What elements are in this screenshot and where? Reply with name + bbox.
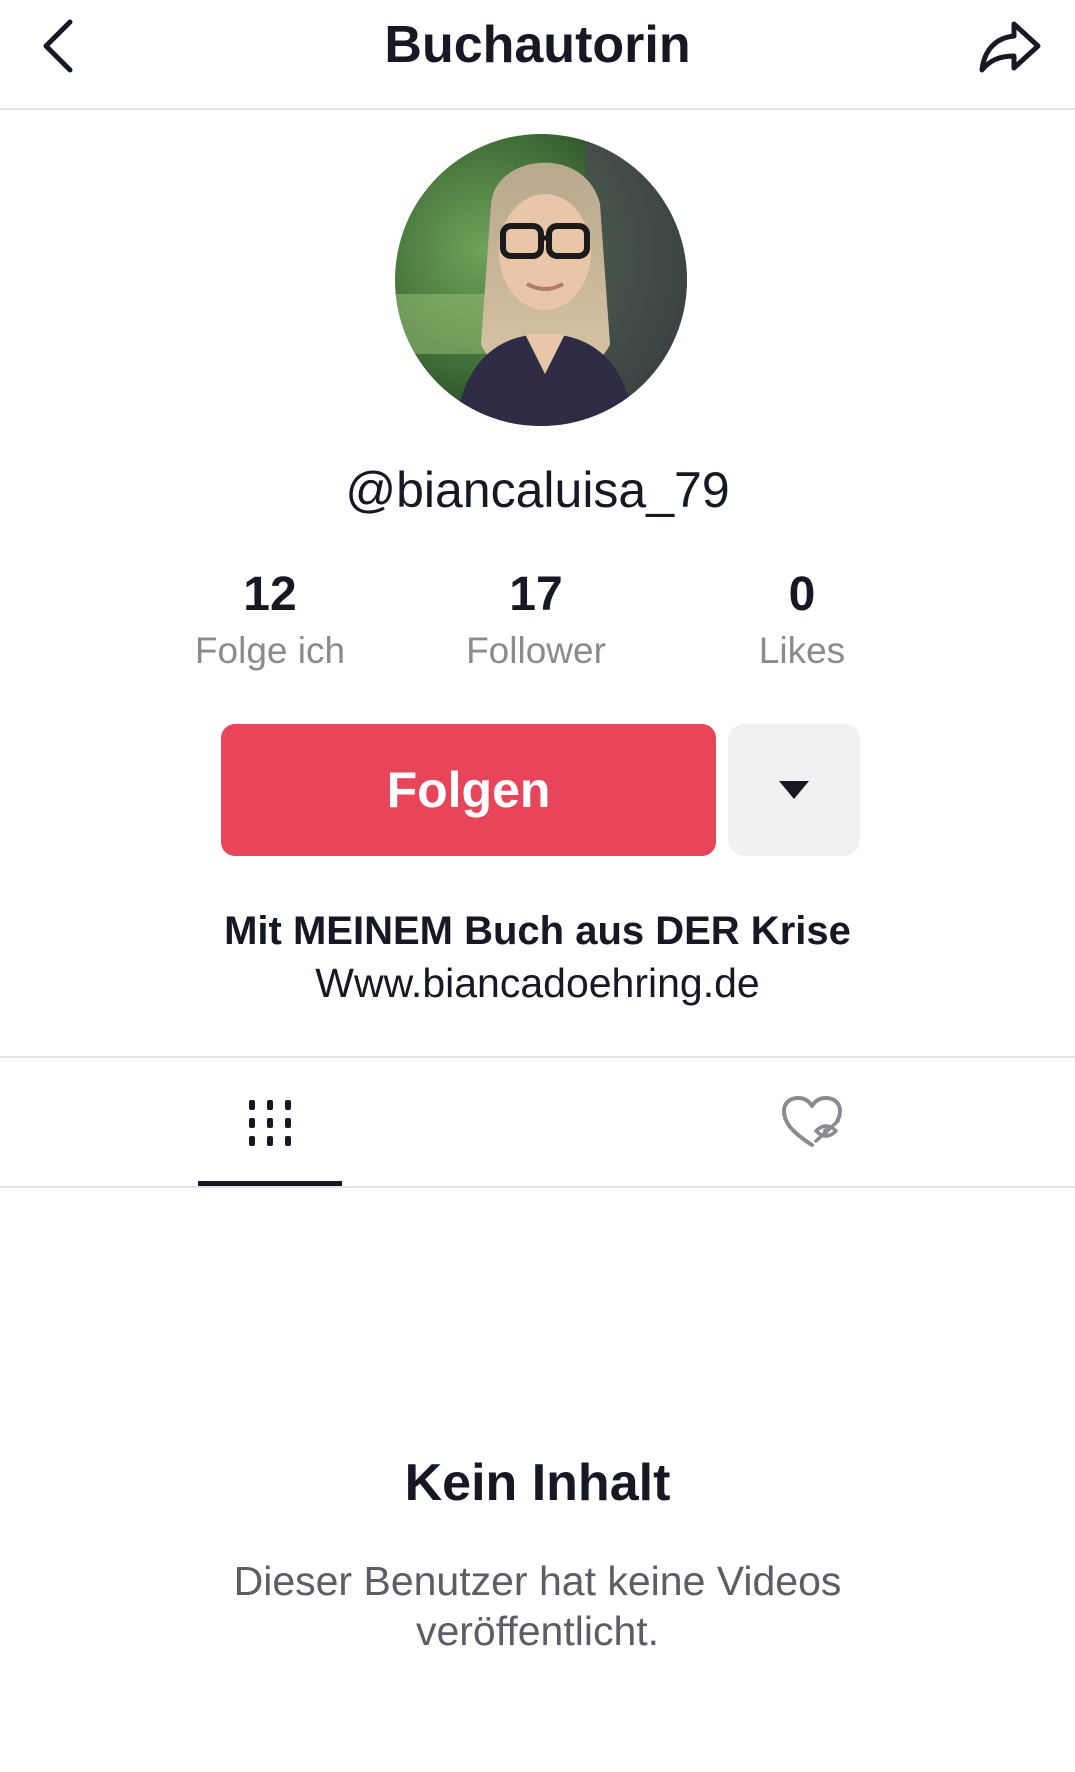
empty-state-description: Dieser Benutzer hat keine Videos veröffe… bbox=[233, 1558, 842, 1654]
empty-state-title: Kein Inhalt bbox=[404, 1454, 671, 1512]
caret-down-icon bbox=[779, 781, 809, 799]
follow-button[interactable]: Folgen bbox=[221, 724, 716, 856]
share-button[interactable] bbox=[970, 12, 1050, 80]
stat-likes-label: Likes bbox=[758, 630, 846, 671]
tabs-divider bbox=[0, 1186, 1075, 1188]
stat-following-count: 12 bbox=[243, 568, 297, 621]
stat-followers-label: Follower bbox=[466, 630, 606, 671]
stat-following[interactable]: 12 Folge ich bbox=[140, 566, 400, 676]
stat-followers[interactable]: 17 Follower bbox=[406, 566, 666, 676]
avatar-photo bbox=[395, 134, 687, 426]
more-options-button[interactable] bbox=[728, 724, 860, 856]
stat-followers-count: 17 bbox=[509, 568, 563, 621]
grid-icon bbox=[249, 1100, 291, 1146]
username: @biancaluisa_79 bbox=[345, 462, 730, 518]
stat-following-label: Folge ich bbox=[194, 630, 346, 671]
bio-text: Mit MEINEM Buch aus DER Krise bbox=[224, 909, 851, 953]
hidden-heart-icon bbox=[782, 1096, 842, 1147]
tab-videos[interactable] bbox=[198, 1060, 342, 1186]
tab-liked[interactable] bbox=[750, 1060, 874, 1186]
header-divider bbox=[0, 108, 1075, 110]
bio-link[interactable]: Www.biancadoehring.de bbox=[0, 956, 1075, 1010]
page-title: Buchautorin bbox=[384, 16, 691, 74]
share-arrow-icon bbox=[979, 21, 1041, 73]
avatar[interactable] bbox=[395, 134, 687, 426]
section-divider bbox=[0, 1056, 1075, 1058]
stat-likes-count: 0 bbox=[788, 568, 816, 621]
stat-likes[interactable]: 0 Likes bbox=[672, 566, 932, 676]
